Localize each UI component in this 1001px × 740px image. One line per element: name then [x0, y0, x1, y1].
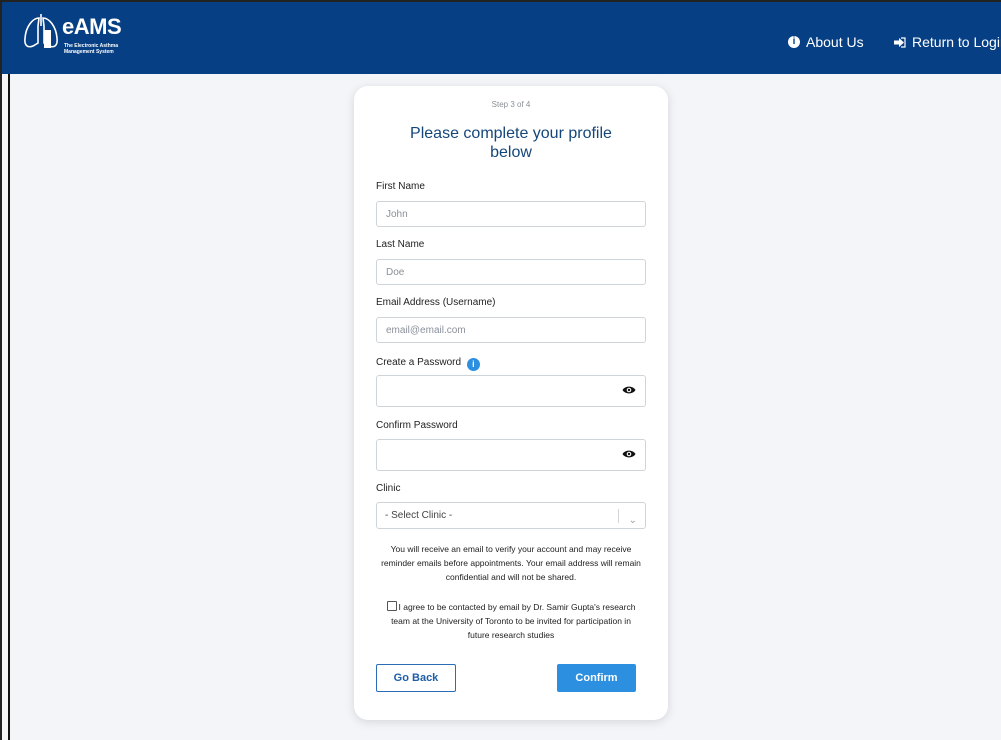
password-info-icon[interactable]: i — [466, 358, 480, 371]
email-notice: You will receive an email to verify your… — [381, 544, 641, 582]
clinic-select[interactable]: - Select Clinic - ⌄ — [376, 502, 646, 529]
first-name-label: First Name — [376, 181, 425, 192]
nav-about-label: About Us — [806, 34, 864, 50]
password-field[interactable] — [376, 375, 646, 407]
sign-in-arrow-icon — [894, 36, 906, 48]
info-circle-icon: i — [788, 36, 800, 48]
password-wrapper — [376, 375, 646, 407]
top-nav-bar: eAMS The Electronic Asthma Management Sy… — [2, 2, 1001, 74]
brand-name: eAMS — [62, 14, 122, 39]
eye-icon[interactable] — [622, 385, 636, 395]
select-separator — [618, 509, 619, 523]
confirm-password-wrapper — [376, 439, 646, 471]
chevron-down-icon: ⌄ — [628, 515, 637, 526]
clinic-selected-value: - Select Clinic - — [385, 510, 453, 521]
confirm-button[interactable]: Confirm — [557, 664, 636, 692]
password-label: Create a Password i — [376, 357, 480, 371]
lungs-logo-icon — [24, 14, 58, 48]
consent-checkbox[interactable] — [386, 601, 397, 611]
email-label: Email Address (Username) — [376, 297, 496, 308]
nav-return-to-login[interactable]: Return to Login — [893, 34, 1001, 50]
brand-subtitle: The Electronic Asthma Management System — [64, 43, 118, 55]
consent-text: I agree to be contacted by email by Dr. … — [391, 602, 636, 640]
research-consent: I agree to be contacted by email by Dr. … — [384, 600, 638, 642]
step-indicator: Step 3 of 4 — [491, 100, 531, 109]
profile-form-card: Step 3 of 4 Please complete your profile… — [354, 86, 668, 720]
first-name-field[interactable] — [376, 201, 646, 227]
page-divider — [8, 74, 10, 740]
confirm-password-label: Confirm Password — [376, 420, 458, 431]
eye-icon[interactable] — [622, 449, 636, 459]
password-label-text: Create a Password — [376, 357, 462, 368]
email-field[interactable] — [376, 317, 646, 343]
clinic-label: Clinic — [376, 483, 401, 494]
last-name-field[interactable] — [376, 259, 646, 285]
go-back-button[interactable]: Go Back — [376, 664, 456, 692]
nav-about-us[interactable]: i About Us — [788, 34, 864, 50]
last-name-label: Last Name — [376, 239, 425, 250]
confirm-password-field[interactable] — [376, 439, 646, 471]
form-title: Please complete your profile below — [410, 125, 612, 161]
nav-login-label: Return to Login — [912, 34, 1001, 50]
